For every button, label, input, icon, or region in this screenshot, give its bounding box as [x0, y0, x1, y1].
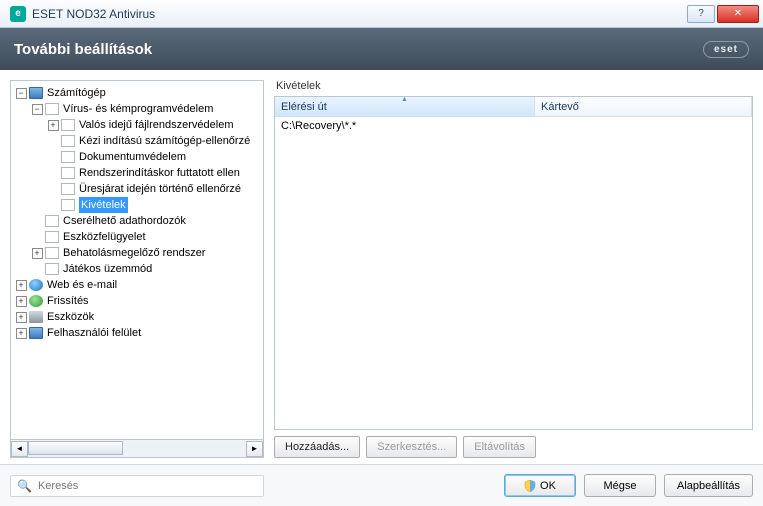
edit-button[interactable]: Szerkesztés... [366, 436, 457, 458]
settings-tree[interactable]: − Számítógép − Vírus- és kémprogramvédel… [11, 81, 263, 345]
collapse-icon[interactable]: − [16, 88, 27, 99]
shield-icon [524, 480, 536, 492]
page-icon [45, 103, 59, 115]
tree-node-ui[interactable]: + Felhasználói felület [13, 325, 261, 341]
tree-node-manual[interactable]: Kézi indítású számítógép-ellenőrzé [13, 133, 261, 149]
header: További beállítások eset [0, 28, 763, 70]
column-path[interactable]: Elérési út [275, 97, 535, 116]
expand-icon[interactable]: + [32, 248, 43, 259]
tree-node-gamer[interactable]: Játékos üzemmód [13, 261, 261, 277]
group-label: Kivételek [274, 80, 753, 92]
column-threat[interactable]: Kártevő [535, 97, 752, 116]
monitor-icon [29, 87, 43, 99]
tree-pane: − Számítógép − Vírus- és kémprogramvédel… [0, 70, 270, 464]
scroll-left-button[interactable]: ◄ [11, 441, 28, 457]
page-icon [61, 151, 75, 163]
list-header: Elérési út Kártevő [275, 97, 752, 117]
expand-icon[interactable]: + [48, 120, 59, 131]
search-box[interactable]: 🔍 [10, 475, 264, 497]
cancel-button[interactable]: Mégse [584, 474, 656, 497]
page-title: További beállítások [14, 41, 152, 58]
refresh-icon [29, 295, 43, 307]
tools-icon [29, 311, 43, 323]
close-button[interactable]: ✕ [717, 5, 759, 23]
remove-button[interactable]: Eltávolítás [463, 436, 536, 458]
tree-node-startup[interactable]: Rendszerindításkor futtatott ellen [13, 165, 261, 181]
page-icon [61, 119, 75, 131]
page-icon [61, 135, 75, 147]
tree-node-realtime[interactable]: + Valós idejű fájlrendszervédelem [13, 117, 261, 133]
cell-path: C:\Recovery\*.* [275, 118, 535, 134]
tree-hscrollbar[interactable]: ◄ ► [10, 440, 264, 458]
tree-node-idle[interactable]: Üresjárat idején történő ellenőrzé [13, 181, 261, 197]
list-row[interactable]: C:\Recovery\*.* [275, 117, 752, 135]
tree-node-computer[interactable]: − Számítógép [13, 85, 261, 101]
page-icon [45, 263, 59, 275]
collapse-icon[interactable]: − [32, 104, 43, 115]
exceptions-list[interactable]: Elérési út Kártevő C:\Recovery\*.* [274, 96, 753, 430]
scroll-thumb[interactable] [28, 441, 123, 455]
expand-icon[interactable]: + [16, 296, 27, 307]
content-pane: Kivételek Elérési út Kártevő C:\Recovery… [270, 70, 763, 464]
app-icon: e [10, 6, 26, 22]
default-button[interactable]: Alapbeállítás [664, 474, 753, 497]
footer: 🔍 OK Mégse Alapbeállítás [0, 464, 763, 506]
tree-node-device[interactable]: Eszközfelügyelet [13, 229, 261, 245]
eset-logo: eset [703, 41, 749, 58]
tree-node-tools[interactable]: + Eszközök [13, 309, 261, 325]
expand-icon[interactable]: + [16, 312, 27, 323]
tree-node-web[interactable]: + Web és e-mail [13, 277, 261, 293]
page-icon [61, 183, 75, 195]
cell-threat [535, 124, 752, 128]
search-input[interactable] [38, 480, 257, 492]
ok-button[interactable]: OK [504, 474, 576, 497]
page-icon [61, 167, 75, 179]
page-icon [45, 247, 59, 259]
expand-icon[interactable]: + [16, 328, 27, 339]
tree-node-hips[interactable]: + Behatolásmegelőző rendszer [13, 245, 261, 261]
page-icon [61, 199, 75, 211]
search-icon: 🔍 [17, 479, 32, 493]
expand-icon[interactable]: + [16, 280, 27, 291]
tree-node-exceptions[interactable]: Kivételek [13, 197, 261, 213]
globe-icon [29, 279, 43, 291]
add-button[interactable]: Hozzáadás... [274, 436, 360, 458]
page-icon [45, 231, 59, 243]
scroll-right-button[interactable]: ► [246, 441, 263, 457]
tree-node-docprot[interactable]: Dokumentumvédelem [13, 149, 261, 165]
help-button[interactable]: ? [687, 5, 715, 23]
window-title: ESET NOD32 Antivirus [32, 7, 155, 21]
page-icon [45, 215, 59, 227]
tree-node-removable[interactable]: Cserélhető adathordozók [13, 213, 261, 229]
tree-node-virus[interactable]: − Vírus- és kémprogramvédelem [13, 101, 261, 117]
tree-node-update[interactable]: + Frissítés [13, 293, 261, 309]
monitor-icon [29, 327, 43, 339]
titlebar: e ESET NOD32 Antivirus ? ✕ [0, 0, 763, 28]
